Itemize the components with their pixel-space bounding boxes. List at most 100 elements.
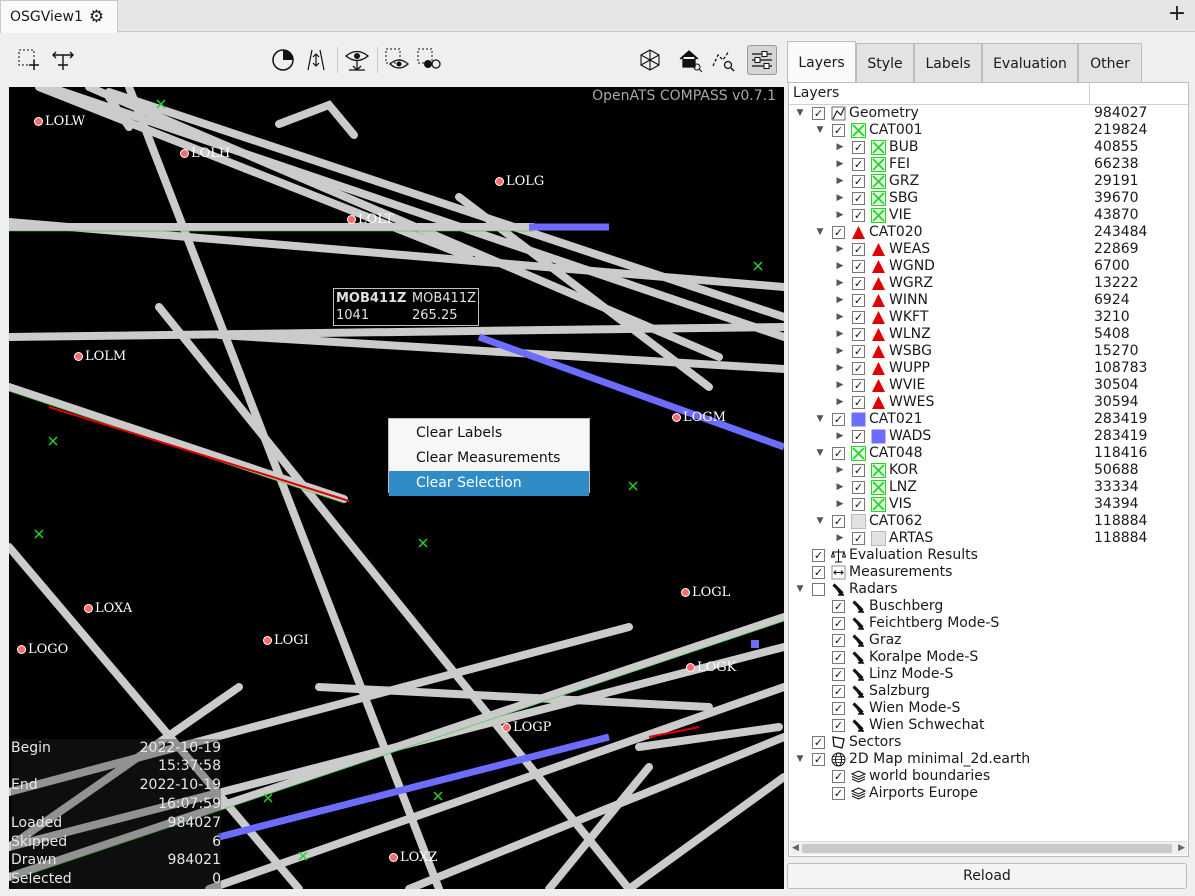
menu-item-clear-selection[interactable]: Clear Selection bbox=[389, 471, 589, 496]
chevron-down-icon[interactable]: ▼ bbox=[815, 445, 825, 462]
layer-row[interactable]: ▶ ✓ SBG 39670 bbox=[789, 190, 1175, 207]
layer-row[interactable]: ✓ Evaluation Results bbox=[789, 547, 1175, 564]
chevron-right-icon[interactable]: ▶ bbox=[835, 309, 845, 326]
layer-checkbox[interactable]: ✓ bbox=[832, 668, 845, 681]
layer-row[interactable]: ▼ ✓ CAT048 118416 bbox=[789, 445, 1175, 462]
chevron-right-icon[interactable]: ▶ bbox=[835, 139, 845, 156]
layer-checkbox[interactable]: ✓ bbox=[832, 617, 845, 630]
chevron-right-icon[interactable]: ▶ bbox=[835, 156, 845, 173]
layer-row[interactable]: ▶ ✓ VIS 34394 bbox=[789, 496, 1175, 513]
select-points-icon[interactable] bbox=[414, 45, 444, 75]
layer-checkbox[interactable]: ✓ bbox=[832, 719, 845, 732]
select-rect-icon[interactable] bbox=[14, 45, 44, 75]
time-filter-icon[interactable] bbox=[268, 45, 298, 75]
track-label-box[interactable]: MOB411Z MOB411Z 1041 265.25 bbox=[333, 288, 479, 326]
tab-evaluation[interactable]: Evaluation bbox=[982, 43, 1078, 83]
layer-row[interactable]: ▶ ✓ ARTAS 118884 bbox=[789, 530, 1175, 547]
layer-row[interactable]: ▶ ✓ KOR 50688 bbox=[789, 462, 1175, 479]
layer-row[interactable]: ▶ ✓ WGRZ 13222 bbox=[789, 275, 1175, 292]
layer-checkbox[interactable]: ✓ bbox=[852, 209, 865, 222]
layer-row[interactable]: ✓ Koralpe Mode-S bbox=[789, 649, 1175, 666]
tab-osgview1[interactable]: OSGView1 ⚙ bbox=[0, 0, 118, 33]
3d-view-icon[interactable] bbox=[635, 45, 665, 75]
layer-row[interactable]: ✓ Salzburg bbox=[789, 683, 1175, 700]
view-selection-icon[interactable] bbox=[382, 45, 412, 75]
layer-checkbox[interactable]: ✓ bbox=[852, 379, 865, 392]
chevron-right-icon[interactable]: ▶ bbox=[835, 207, 845, 224]
tab-other[interactable]: Other bbox=[1078, 43, 1142, 83]
layer-checkbox[interactable]: ✓ bbox=[852, 175, 865, 188]
chevron-down-icon[interactable]: ▼ bbox=[795, 105, 805, 122]
layer-checkbox[interactable]: ✓ bbox=[812, 736, 825, 749]
layer-checkbox[interactable]: ✓ bbox=[832, 226, 845, 239]
layer-row[interactable]: ▶ ✓ WLNZ 5408 bbox=[789, 326, 1175, 343]
layer-checkbox[interactable]: ✓ bbox=[852, 362, 865, 375]
layer-row[interactable]: ▶ ✓ WKFT 3210 bbox=[789, 309, 1175, 326]
layer-checkbox[interactable]: ✓ bbox=[852, 396, 865, 409]
layer-row[interactable]: ✓ Graz bbox=[789, 632, 1175, 649]
layer-checkbox[interactable]: ✓ bbox=[852, 345, 865, 358]
layer-checkbox[interactable]: ✓ bbox=[832, 634, 845, 647]
layer-row[interactable]: ▶ ✓ FEI 66238 bbox=[789, 156, 1175, 173]
layer-row[interactable]: ✓ Feichtberg Mode-S bbox=[789, 615, 1175, 632]
chevron-down-icon[interactable]: ▼ bbox=[815, 411, 825, 428]
layer-checkbox[interactable]: ✓ bbox=[852, 311, 865, 324]
chevron-right-icon[interactable]: ▶ bbox=[835, 496, 845, 513]
tab-labels[interactable]: Labels bbox=[914, 43, 982, 83]
layer-row[interactable]: ▶ ✓ WADS 283419 bbox=[789, 428, 1175, 445]
layer-row[interactable]: ▶ ✓ VIE 43870 bbox=[789, 207, 1175, 224]
layer-row[interactable]: ▼ ✓ CAT062 118884 bbox=[789, 513, 1175, 530]
layer-checkbox[interactable]: ✓ bbox=[832, 651, 845, 664]
layer-checkbox[interactable]: ✓ bbox=[812, 107, 825, 120]
layer-row[interactable]: ▼ ✓ Geometry 984027 bbox=[789, 105, 1175, 122]
layer-row[interactable]: ▶ ✓ WGND 6700 bbox=[789, 258, 1175, 275]
chevron-right-icon[interactable]: ▶ bbox=[835, 428, 845, 445]
chevron-right-icon[interactable]: ▶ bbox=[835, 190, 845, 207]
layer-checkbox[interactable]: ✓ bbox=[852, 498, 865, 511]
layer-row[interactable]: ▶ ✓ BUB 40855 bbox=[789, 139, 1175, 156]
layer-checkbox[interactable] bbox=[812, 583, 825, 596]
tab-layers[interactable]: Layers bbox=[787, 41, 856, 83]
layer-checkbox[interactable]: ✓ bbox=[832, 447, 845, 460]
layer-checkbox[interactable]: ✓ bbox=[852, 430, 865, 443]
layer-checkbox[interactable]: ✓ bbox=[852, 328, 865, 341]
menu-item-clear-labels[interactable]: Clear Labels bbox=[389, 421, 589, 446]
layer-row[interactable]: ▼ ✓ CAT021 283419 bbox=[789, 411, 1175, 428]
layer-checkbox[interactable]: ✓ bbox=[852, 158, 865, 171]
layer-checkbox[interactable]: ✓ bbox=[812, 566, 825, 579]
chevron-right-icon[interactable]: ▶ bbox=[835, 394, 845, 411]
chevron-right-icon[interactable]: ▶ bbox=[835, 326, 845, 343]
layer-checkbox[interactable]: ✓ bbox=[852, 532, 865, 545]
layer-checkbox[interactable]: ✓ bbox=[832, 787, 845, 800]
chevron-right-icon[interactable]: ▶ bbox=[835, 258, 845, 275]
layer-checkbox[interactable]: ✓ bbox=[832, 515, 845, 528]
layer-row[interactable]: ✓ Linz Mode-S bbox=[789, 666, 1175, 683]
zoom-data-icon[interactable] bbox=[708, 45, 738, 75]
chevron-down-icon[interactable]: ▼ bbox=[815, 122, 825, 139]
layer-row[interactable]: ✓ Sectors bbox=[789, 734, 1175, 751]
chevron-down-icon[interactable]: ▼ bbox=[795, 751, 805, 768]
layer-row[interactable]: ▶ ✓ WSBG 15270 bbox=[789, 343, 1175, 360]
layer-checkbox[interactable]: ✓ bbox=[852, 141, 865, 154]
chevron-down-icon[interactable]: ▼ bbox=[815, 224, 825, 241]
layer-checkbox[interactable]: ✓ bbox=[812, 753, 825, 766]
layer-checkbox[interactable]: ✓ bbox=[852, 277, 865, 290]
layer-checkbox[interactable]: ✓ bbox=[852, 294, 865, 307]
chevron-down-icon[interactable]: ▼ bbox=[795, 581, 805, 598]
layer-checkbox[interactable]: ✓ bbox=[832, 413, 845, 426]
layer-row[interactable]: ✓ Wien Schwechat bbox=[789, 717, 1175, 734]
chevron-right-icon[interactable]: ▶ bbox=[835, 377, 845, 394]
layer-row[interactable]: ▶ ✓ WINN 6924 bbox=[789, 292, 1175, 309]
layer-checkbox[interactable]: ✓ bbox=[832, 770, 845, 783]
show-data-icon[interactable] bbox=[342, 45, 372, 75]
chevron-down-icon[interactable]: ▼ bbox=[815, 513, 825, 530]
reload-button[interactable]: Reload bbox=[787, 863, 1187, 889]
layer-checkbox[interactable]: ✓ bbox=[832, 124, 845, 137]
layer-row[interactable]: ▼ Radars bbox=[789, 581, 1175, 598]
layer-row[interactable]: ▼ ✓ CAT001 219824 bbox=[789, 122, 1175, 139]
layer-row[interactable]: ✓ world boundaries bbox=[789, 768, 1175, 785]
select-move-icon[interactable] bbox=[48, 45, 78, 75]
layer-checkbox[interactable]: ✓ bbox=[832, 600, 845, 613]
layers-tree-view[interactable]: Layers ▼ ✓ Geometry 984027 ▼ ✓ CAT001 219824 ▶ ✓ B… bbox=[788, 82, 1189, 857]
chevron-right-icon[interactable]: ▶ bbox=[835, 241, 845, 258]
